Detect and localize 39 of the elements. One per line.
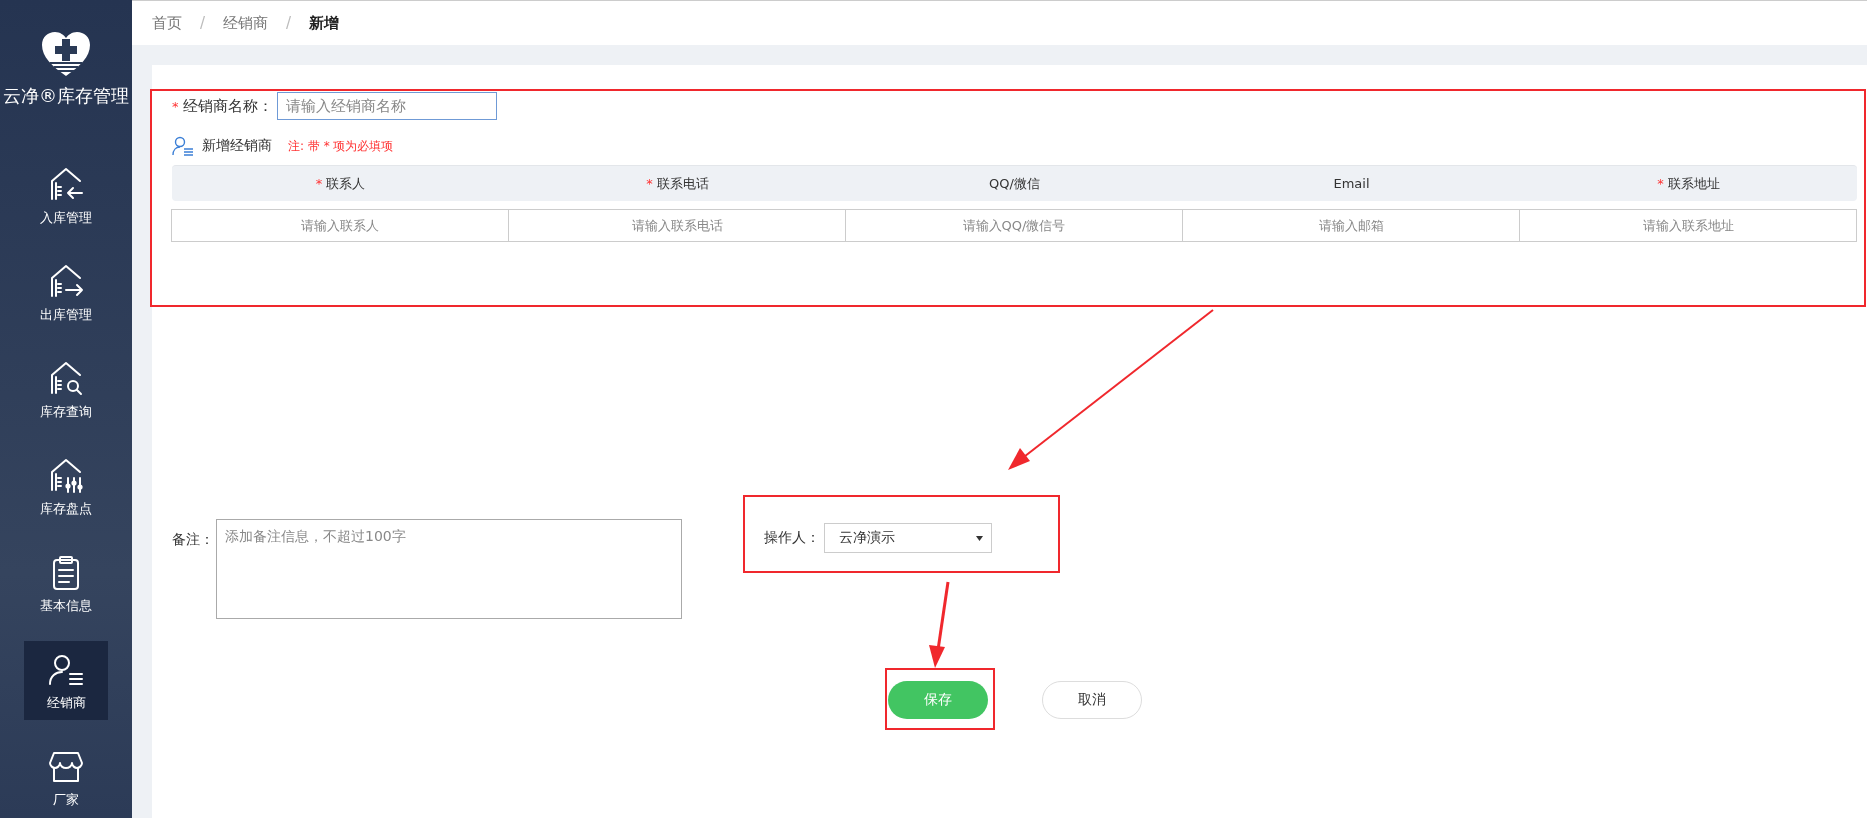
sidebar-item[interactable]: 经销商 [24,641,108,720]
operator-dropdown[interactable]: 云净演示 [824,523,992,553]
column-header: 联系地址 [1667,174,1720,193]
table-input-field[interactable]: 请输入邮箱 [1182,209,1520,242]
heart-cross-logo-icon [40,30,92,78]
section-title: 新增经销商 [202,137,272,155]
breadcrumb-link[interactable]: 新增 [309,13,340,33]
column-header: 联系电话 [656,174,709,193]
breadcrumb-link[interactable]: 首页 [152,13,182,33]
sidebar-item[interactable]: 基本信息 [24,544,108,623]
person-list-icon [172,136,194,156]
field-label: 操作人： [764,529,820,547]
column-header: 联系人 [326,174,366,193]
column-header: Email [1333,176,1370,191]
table-input-field[interactable]: 请输入联系人 [171,209,509,242]
dealer-name-field[interactable]: 请输入经销商名称 [276,92,497,120]
field-label: 备注： [172,531,214,549]
required-note: 注: 带 * 项为必填项 [288,137,394,155]
caret-icon [976,535,983,541]
table-input-field[interactable]: 请输入联系电话 [508,209,846,242]
required-mark: * [172,98,179,114]
required-mark: * [646,176,653,191]
required-mark: * [1657,176,1664,191]
sidebar-item[interactable]: 入库管理 [24,156,108,235]
table-input-field[interactable]: 请输入联系地址 [1519,209,1857,242]
column-header: QQ/微信 [989,174,1040,193]
sidebar-item[interactable]: 出库管理 [24,253,108,332]
app-title: 云净®库存管理 [3,84,129,108]
breadcrumb-separator: / [286,14,292,32]
field-label: 经销商名称： [182,96,273,116]
required-mark: * [315,176,323,191]
cancel-button[interactable]: 取消 [1042,681,1142,719]
sidebar-item[interactable]: 库存盘点 [24,447,108,526]
table-input-field[interactable]: 请输入QQ/微信号 [845,209,1183,242]
sidebar-item[interactable]: 厂家 [24,738,108,817]
sidebar-item[interactable]: 库存查询 [24,350,108,429]
remark-field[interactable]: 添加备注信息，不超过100字 [216,519,682,619]
breadcrumb-separator: / [200,14,206,32]
breadcrumb-link[interactable]: 经销商 [223,13,269,33]
